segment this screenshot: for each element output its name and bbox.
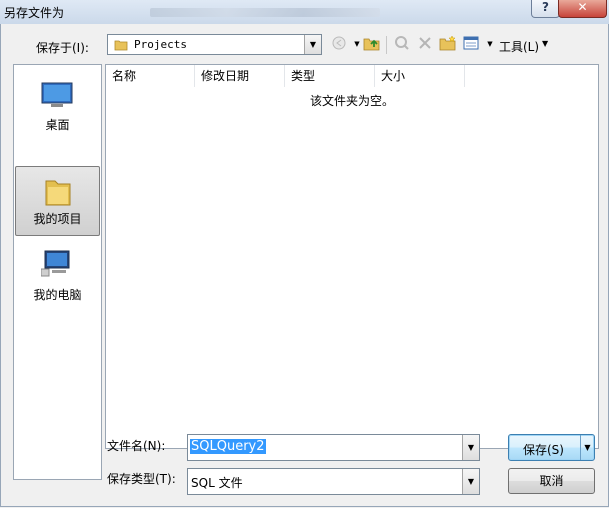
place-my-projects[interactable]: 我的项目: [15, 166, 100, 236]
help-button[interactable]: ?: [531, 0, 560, 18]
back-dropdown-button[interactable]: ▼: [353, 35, 361, 53]
save-in-label: 保存于(I):: [36, 41, 89, 55]
computer-icon: [40, 249, 73, 280]
cancel-button-label: 取消: [539, 474, 564, 488]
tools-dropdown-arrow[interactable]: ▼: [485, 35, 495, 53]
desktop-icon: [41, 81, 73, 112]
views-button[interactable]: [462, 35, 480, 53]
chevron-down-icon: ▼: [584, 443, 591, 452]
toolbar-separator: [386, 36, 387, 54]
new-folder-button[interactable]: [439, 34, 457, 54]
cancel-button[interactable]: 取消: [508, 468, 595, 494]
close-button[interactable]: ✕: [558, 0, 607, 18]
back-icon: [332, 36, 346, 53]
save-in-dropdown-button[interactable]: ▼: [304, 35, 321, 54]
column-header-size[interactable]: 大小: [375, 65, 465, 87]
filename-dropdown-button[interactable]: ▼: [462, 435, 479, 460]
chevron-down-icon: ▼: [542, 39, 549, 48]
save-button-label: 保存(S): [523, 443, 564, 457]
column-header-type[interactable]: 类型: [285, 65, 375, 87]
folder-icon: [44, 177, 72, 210]
close-icon: ✕: [577, 0, 588, 14]
help-icon: ?: [542, 0, 549, 14]
save-in-value: Projects: [134, 38, 187, 51]
filename-input[interactable]: SQLQuery2: [190, 439, 266, 454]
filename-label: 文件名(N):: [107, 439, 166, 453]
dropdown-arrow-icon: ▼: [487, 40, 493, 48]
chevron-down-icon: ▼: [309, 40, 317, 49]
save-split-arrow[interactable]: ▼: [580, 435, 594, 460]
file-list[interactable]: 名称 修改日期 类型 大小 该文件夹为空。: [105, 64, 599, 449]
column-header-modified[interactable]: 修改日期: [195, 65, 285, 87]
places-bar: 桌面 我的项目 我的电脑: [13, 64, 102, 480]
filetype-dropdown-button[interactable]: ▼: [462, 469, 479, 494]
back-button[interactable]: [330, 35, 348, 53]
up-folder-button[interactable]: [363, 35, 381, 53]
empty-folder-message: 该文件夹为空。: [309, 94, 394, 108]
chevron-down-icon: ▼: [467, 477, 475, 486]
chevron-down-icon: ▼: [467, 443, 475, 452]
delete-button[interactable]: [416, 35, 434, 53]
up-folder-icon: [363, 35, 381, 54]
filetype-value: SQL 文件: [191, 476, 243, 490]
search-icon: [394, 35, 410, 54]
search-web-button[interactable]: [393, 35, 411, 53]
folder-icon: [114, 38, 128, 55]
place-desktop[interactable]: 桌面: [15, 71, 100, 141]
window-title: 另存文件为: [4, 6, 65, 20]
dropdown-arrow-icon: ▼: [354, 40, 360, 48]
title-bar-blur: [150, 8, 380, 17]
views-icon: [463, 36, 479, 53]
delete-icon: [418, 36, 432, 53]
tools-menu-button[interactable]: 工具(L): [499, 38, 539, 55]
dialog-body: 保存于(I): Projects ▼ ▼ ▼ 工具(L) ▼ 桌面 我的项目 我…: [0, 24, 609, 507]
save-in-combo[interactable]: Projects ▼: [107, 34, 322, 55]
filename-combo[interactable]: SQLQuery2 ▼: [187, 434, 480, 461]
place-label: 我的项目: [33, 212, 82, 226]
place-label: 我的电脑: [33, 288, 82, 302]
filetype-label: 保存类型(T):: [107, 472, 176, 486]
place-label: 桌面: [45, 118, 70, 132]
new-folder-icon: [439, 34, 457, 54]
filetype-select[interactable]: SQL 文件 ▼: [187, 468, 480, 495]
column-header-name[interactable]: 名称: [106, 65, 195, 87]
title-bar: 另存文件为 ? ✕: [0, 0, 609, 24]
place-my-computer[interactable]: 我的电脑: [15, 241, 100, 311]
save-button[interactable]: 保存(S) ▼: [508, 434, 595, 461]
